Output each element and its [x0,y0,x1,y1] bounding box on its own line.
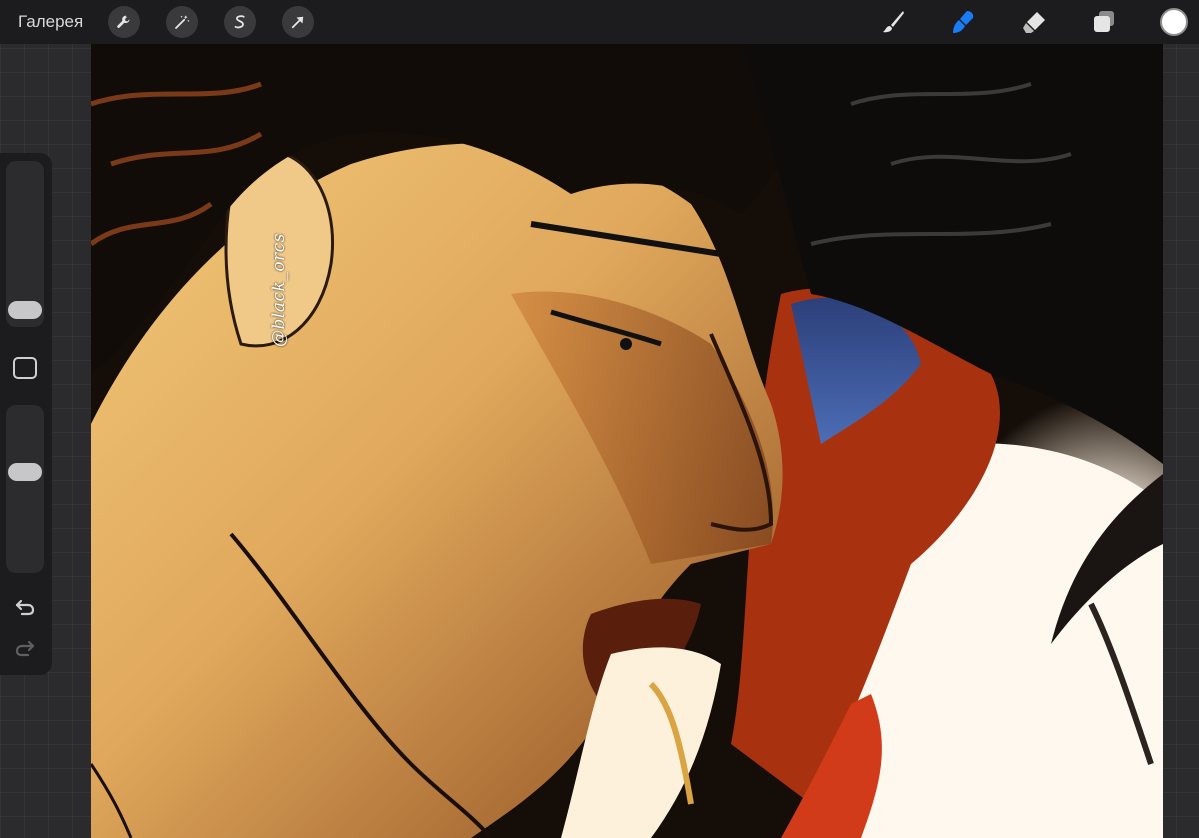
top-toolbar: Галерея [0,0,1199,44]
layers-tool[interactable] [1088,6,1120,38]
transform-arrow-icon [291,16,304,29]
brush-icon [883,11,904,33]
wrench-icon [117,15,130,28]
selection-s-icon [234,15,245,29]
adjustments-button[interactable] [166,6,198,38]
drawing-canvas[interactable]: @black_orcs [91,44,1163,838]
layers-icon [1094,11,1114,32]
actions-button[interactable] [108,6,140,38]
brush-size-thumb[interactable] [8,301,42,319]
left-sidebar [0,153,52,675]
artist-watermark: @black_orcs [269,233,289,347]
undo-button[interactable] [12,596,38,618]
redo-icon [15,640,35,657]
smudge-icon [953,11,974,33]
eraser-tool[interactable] [1018,6,1050,38]
artwork [91,44,1163,838]
eraser-icon [1023,12,1045,33]
redo-button[interactable] [12,637,38,659]
brush-opacity-thumb[interactable] [8,463,42,481]
magic-wand-icon [175,15,190,29]
brush-tool[interactable] [877,6,909,38]
undo-icon [15,599,35,616]
gallery-button[interactable]: Галерея [18,11,83,33]
transform-button[interactable] [282,6,314,38]
selection-button[interactable] [224,6,256,38]
brush-size-slider[interactable] [6,161,44,327]
brush-opacity-slider[interactable] [6,405,44,573]
smudge-tool[interactable] [947,6,979,38]
color-swatch[interactable] [1160,8,1188,36]
square-modifier-icon[interactable] [13,357,37,379]
